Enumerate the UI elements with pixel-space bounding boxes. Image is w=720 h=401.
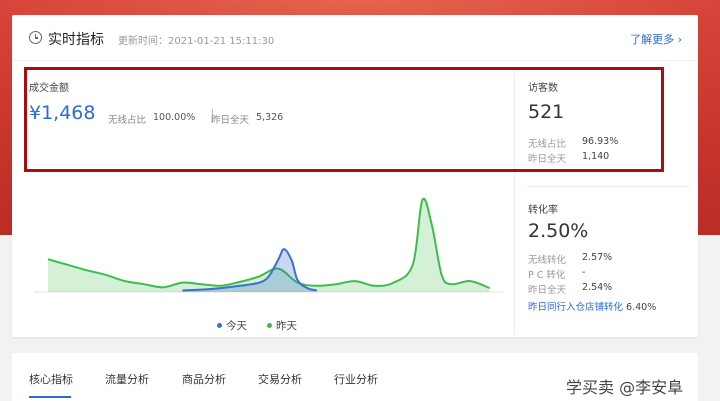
- active-tab-indicator: [29, 396, 71, 398]
- legend-yesterday[interactable]: 昨天: [267, 318, 297, 333]
- tab-trade-analysis[interactable]: 交易分析: [258, 371, 302, 387]
- tab-traffic-analysis[interactable]: 流量分析: [105, 371, 149, 387]
- peer-conversion-link[interactable]: 昨日同行入仓店铺转化 6.40%: [528, 299, 656, 313]
- update-time: 更新时间：2021-01-21 15:11:30: [118, 36, 275, 47]
- conversion-value: 2.50%: [528, 220, 589, 242]
- conversion-wireless-row: 无线转化 2.57%: [528, 252, 613, 266]
- tab-core-metrics[interactable]: 核心指标: [29, 371, 73, 387]
- conversion-label: 转化率: [528, 205, 558, 216]
- legend-today-dot: [217, 322, 222, 328]
- tab-product-analysis[interactable]: 商品分析: [182, 371, 226, 387]
- tab-industry-analysis[interactable]: 行业分析: [334, 371, 378, 387]
- clock-icon: [29, 31, 42, 44]
- realtime-chart: 9:0012:0015:0018:0021:00: [34, 197, 504, 293]
- conversion-yesterday-row: 昨日全天 2.54%: [528, 282, 613, 296]
- card-title: 实时指标: [48, 32, 104, 48]
- legend-yesterday-dot: [267, 322, 272, 328]
- learn-more-link[interactable]: 了解更多 ›: [630, 31, 682, 47]
- conversion-pc-row: P C 转化 -: [528, 267, 586, 281]
- realtime-metrics-card: 实时指标 更新时间：2021-01-21 15:11:30 了解更多 › 成交金…: [12, 15, 698, 337]
- watermark: 学买卖 @李安阜: [566, 378, 684, 397]
- annotation-highlight-box: [24, 67, 664, 172]
- legend-today[interactable]: 今天: [217, 318, 247, 333]
- metric-separator: [527, 186, 690, 187]
- card-header: 实时指标 更新时间：2021-01-21 15:11:30 了解更多 ›: [12, 15, 698, 61]
